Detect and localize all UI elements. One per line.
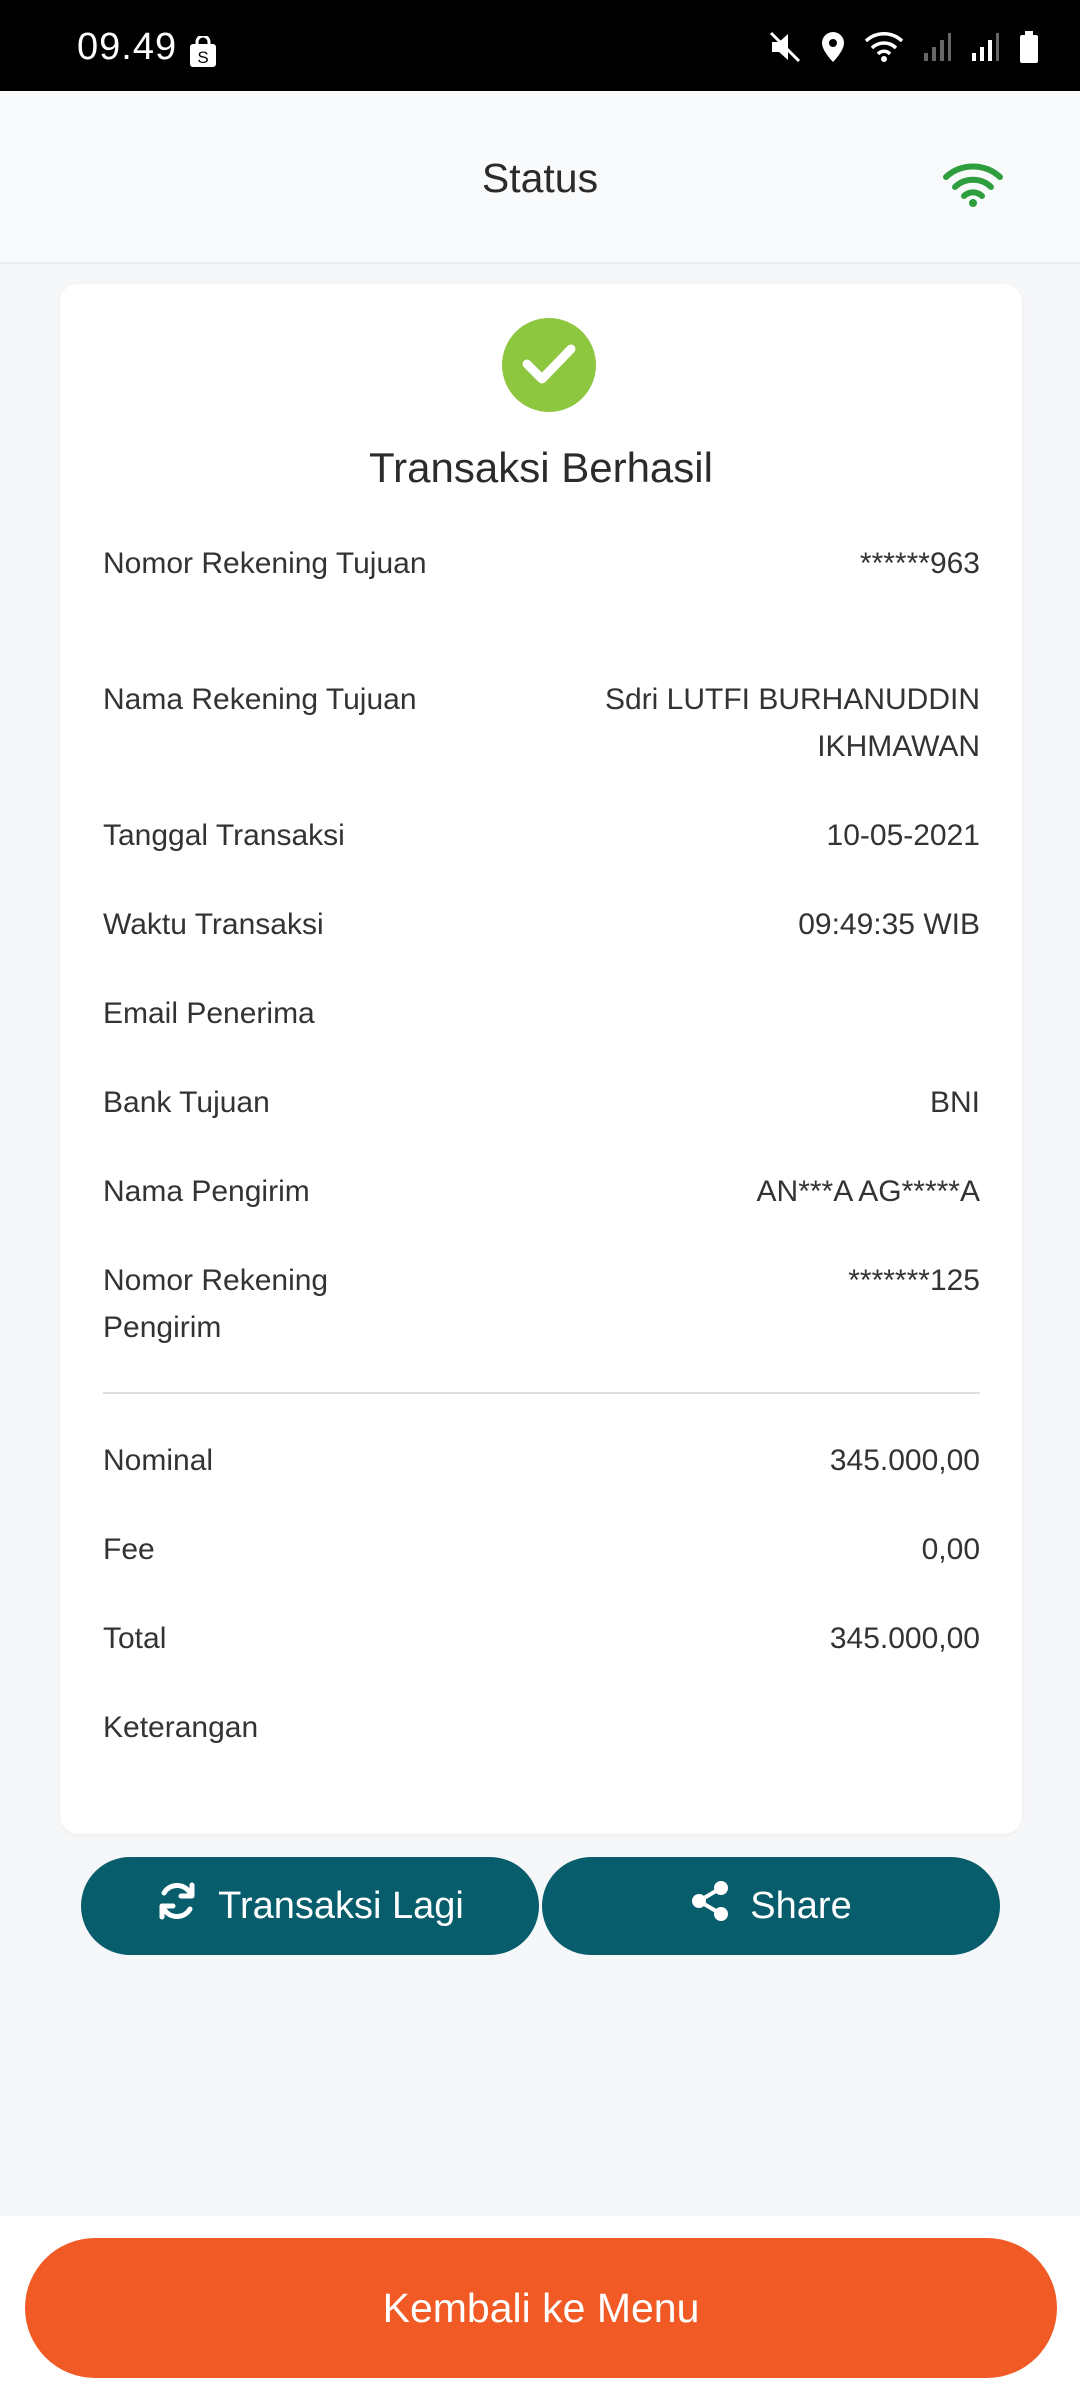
detail-value: 10-05-2021 [826, 819, 980, 852]
amount-label: Keterangan [103, 1711, 259, 1744]
detail-label: Tanggal Transaksi [103, 819, 345, 852]
share-button[interactable]: Share [542, 1857, 1000, 1955]
share-label: Share [750, 1884, 852, 1927]
transaction-status-title: Transaksi Berhasil [369, 444, 713, 491]
detail-label: Waktu Transaksi [103, 908, 324, 941]
detail-value: ******963 [859, 547, 980, 580]
wifi-icon [942, 161, 1004, 212]
status-time: 09.49 [77, 26, 178, 68]
detail-label: Nama Pengirim [103, 1175, 310, 1208]
detail-label: Nomor Rekening Pengirim [103, 1264, 329, 1344]
detail-value: BNI [929, 1086, 980, 1119]
mute-icon [768, 30, 802, 69]
detail-label: Nomor Rekening Tujuan [103, 547, 427, 580]
detail-value: AN***A AG*****A [756, 1175, 980, 1208]
transaction-again-button[interactable]: Transaksi Lagi [81, 1857, 539, 1955]
check-icon [522, 344, 576, 384]
amount-value: 0,00 [921, 1533, 980, 1566]
status-bar: 09.49 S [0, 0, 1080, 91]
refresh-icon [156, 1880, 198, 1932]
amount-value: 345.000,00 [829, 1622, 980, 1655]
detail-value: 09:49:35 WIB [798, 908, 980, 941]
amount-label: Total [103, 1622, 167, 1655]
wifi-status-icon [864, 31, 904, 68]
success-badge [502, 318, 596, 412]
amount-label: Nominal [103, 1444, 214, 1477]
transaction-again-label: Transaksi Lagi [218, 1884, 464, 1927]
share-icon [690, 1880, 730, 1932]
svg-text:S: S [197, 48, 208, 67]
divider [103, 1392, 980, 1394]
detail-label: Nama Rekening Tujuan [103, 683, 417, 716]
detail-value: Sdri LUTFI BURHANUDDIN IKHMAWAN [604, 683, 980, 763]
page-title: Status [481, 155, 599, 201]
amount-label: Fee [103, 1533, 155, 1566]
detail-label: Bank Tujuan [103, 1086, 270, 1119]
signal-icon [970, 31, 1000, 68]
bottom-bar: Kembali ke Menu [0, 2216, 1080, 2400]
amount-value: 345.000,00 [829, 1444, 980, 1477]
detail-label: Email Penerima [103, 997, 315, 1030]
back-to-menu-button[interactable]: Kembali ke Menu [25, 2238, 1057, 2378]
signal-icon [922, 31, 952, 68]
detail-value: *******125 [848, 1264, 980, 1297]
shopping-bag-icon: S [188, 34, 218, 73]
app-header: Status [0, 91, 1080, 264]
receipt-card: Transaksi Berhasil Nomor Rekening Tujuan… [60, 284, 1022, 1834]
location-icon [820, 30, 846, 69]
battery-icon [1018, 30, 1040, 69]
